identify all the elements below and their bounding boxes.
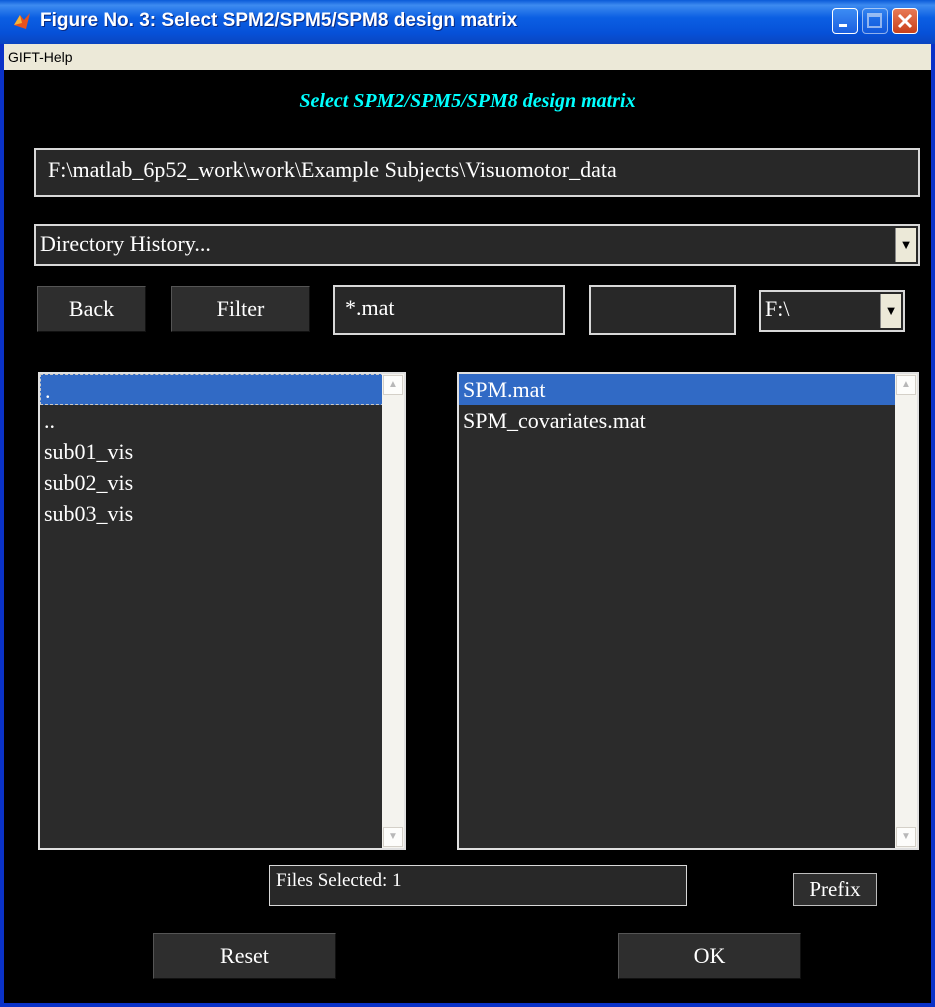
file-list[interactable]: SPM.mat SPM_covariates.mat ▲ ▼ xyxy=(457,372,919,850)
current-path-field[interactable]: F:\matlab_6p52_work\work\Example Subject… xyxy=(34,148,920,197)
list-item[interactable]: . xyxy=(40,374,404,405)
scroll-up-icon[interactable]: ▲ xyxy=(896,375,916,395)
list-item[interactable]: .. xyxy=(40,405,404,436)
scroll-down-icon[interactable]: ▼ xyxy=(896,827,916,847)
directory-list[interactable]: . .. sub01_vis sub02_vis sub03_vis ▲ ▼ xyxy=(38,372,406,850)
scroll-down-icon[interactable]: ▼ xyxy=(383,827,403,847)
maximize-icon xyxy=(867,13,882,28)
list-item[interactable]: sub01_vis xyxy=(40,436,404,467)
chevron-down-icon[interactable]: ▼ xyxy=(895,228,916,262)
minimize-button[interactable] xyxy=(832,8,858,34)
directory-list-scrollbar[interactable]: ▲ ▼ xyxy=(382,374,404,848)
list-item[interactable]: sub03_vis xyxy=(40,498,404,529)
title-bar[interactable]: Figure No. 3: Select SPM2/SPM5/SPM8 desi… xyxy=(0,0,935,44)
dialog-heading: Select SPM2/SPM5/SPM8 design matrix xyxy=(299,90,636,112)
ok-button[interactable]: OK xyxy=(618,933,801,979)
directory-history-dropdown[interactable]: Directory History... ▼ xyxy=(34,224,920,266)
matlab-icon xyxy=(14,13,30,29)
list-item[interactable]: SPM.mat xyxy=(459,374,917,405)
filter-input[interactable]: *.mat xyxy=(333,285,565,335)
drive-value: F:\ xyxy=(765,296,790,321)
window-title: Figure No. 3: Select SPM2/SPM5/SPM8 desi… xyxy=(40,10,518,31)
back-button[interactable]: Back xyxy=(37,286,146,332)
figure-window: Figure No. 3: Select SPM2/SPM5/SPM8 desi… xyxy=(0,0,935,1007)
close-button[interactable] xyxy=(892,8,918,34)
files-selected-status: Files Selected: 1 xyxy=(269,865,687,906)
menu-bar: GIFT-Help xyxy=(4,44,931,70)
directory-history-value: Directory History... xyxy=(40,231,211,256)
window-border-right xyxy=(931,44,935,1007)
drive-dropdown[interactable]: F:\ ▼ xyxy=(759,290,905,332)
minimize-icon xyxy=(839,24,847,27)
close-icon xyxy=(897,13,913,29)
extra-input[interactable] xyxy=(589,285,736,335)
file-list-scrollbar[interactable]: ▲ ▼ xyxy=(895,374,917,848)
list-item[interactable]: SPM_covariates.mat xyxy=(459,405,917,436)
prefix-button[interactable]: Prefix xyxy=(793,873,877,906)
chevron-down-icon[interactable]: ▼ xyxy=(880,294,901,328)
figure-content: Select SPM2/SPM5/SPM8 design matrix F:\m… xyxy=(4,70,931,1003)
window-border-bottom xyxy=(0,1003,935,1007)
maximize-button[interactable] xyxy=(862,8,888,34)
list-item[interactable]: sub02_vis xyxy=(40,467,404,498)
menu-gift-help[interactable]: GIFT-Help xyxy=(8,49,73,65)
filter-button[interactable]: Filter xyxy=(171,286,310,332)
scroll-up-icon[interactable]: ▲ xyxy=(383,375,403,395)
reset-button[interactable]: Reset xyxy=(153,933,336,979)
